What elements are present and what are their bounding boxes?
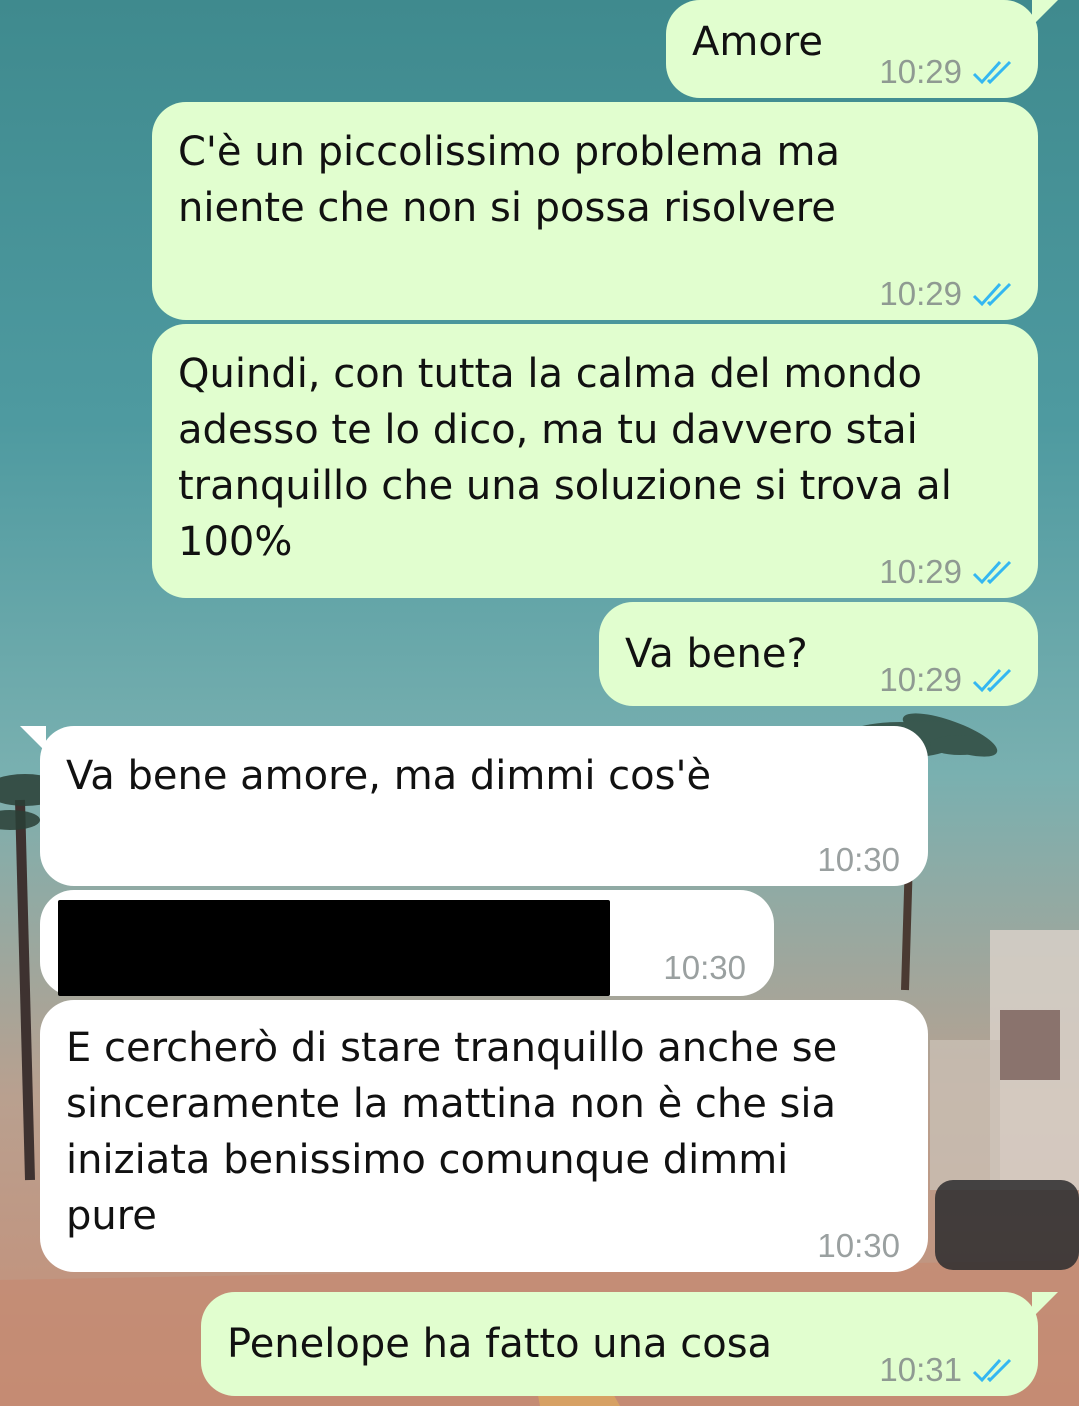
message-bubble-outgoing[interactable]: Amore 10:29 (666, 0, 1058, 100)
message-bubble-incoming[interactable]: 10:30 (40, 890, 774, 996)
double-check-read-icon (972, 560, 1012, 585)
message-text: E cercherò di stare tranquillo anche se … (66, 1025, 838, 1239)
message-meta: 10:29 (879, 266, 1016, 322)
message-time: 10:29 (879, 553, 962, 590)
message-text: C'è un piccolissimo problema ma niente c… (178, 129, 841, 231)
message-text: Amore (692, 19, 823, 65)
message-time: 10:29 (879, 661, 962, 698)
message-meta: 10:29 (879, 544, 1016, 600)
message-meta: 10:30 (817, 1218, 900, 1274)
message-time: 10:29 (879, 53, 962, 90)
message-time: 10:30 (817, 841, 900, 878)
message-text: Va bene? (625, 631, 808, 677)
double-check-read-icon (972, 668, 1012, 693)
message-bubble-outgoing[interactable]: C'è un piccolissimo problema ma niente c… (152, 102, 1038, 320)
message-text: Va bene amore, ma dimmi cos'è (66, 753, 712, 799)
message-meta: 10:30 (817, 832, 900, 888)
double-check-read-icon (972, 282, 1012, 307)
message-bubble-incoming[interactable]: Va bene amore, ma dimmi cos'è 10:30 (20, 726, 928, 888)
message-time: 10:29 (879, 275, 962, 312)
message-bubble-outgoing[interactable]: Penelope ha fatto una cosa 10:31 (201, 1292, 1058, 1398)
double-check-read-icon (972, 60, 1012, 85)
message-meta: 10:31 (879, 1342, 1016, 1398)
redacted-text-block (58, 900, 610, 996)
message-meta: 10:29 (879, 652, 1016, 708)
message-bubble-outgoing[interactable]: Va bene? 10:29 (599, 602, 1038, 706)
message-time: 10:30 (663, 949, 746, 986)
message-text: Penelope ha fatto una cosa (227, 1321, 773, 1367)
message-meta: 10:29 (879, 44, 1016, 100)
message-bubble-outgoing[interactable]: Quindi, con tutta la calma del mondo ade… (152, 324, 1038, 598)
message-meta: 10:30 (663, 940, 746, 996)
double-check-read-icon (972, 1358, 1012, 1383)
message-time: 10:30 (817, 1227, 900, 1264)
message-time: 10:31 (879, 1351, 962, 1388)
message-text: Quindi, con tutta la calma del mondo ade… (178, 351, 952, 565)
message-bubble-incoming[interactable]: E cercherò di stare tranquillo anche se … (40, 1000, 928, 1272)
